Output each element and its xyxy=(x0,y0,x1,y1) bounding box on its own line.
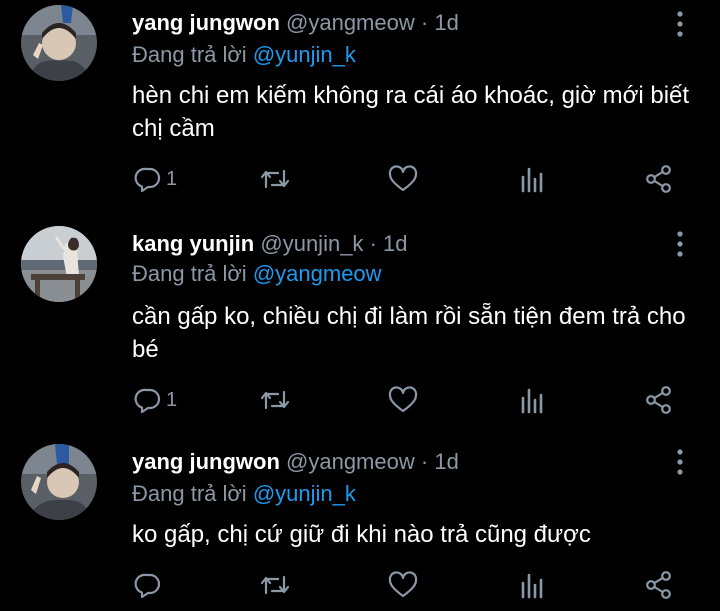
share-icon xyxy=(646,386,671,414)
action-bar: 1 xyxy=(0,164,720,194)
replying-to-label: Đang trả lời xyxy=(132,481,247,506)
like-button[interactable] xyxy=(388,385,418,415)
share-button[interactable] xyxy=(644,164,674,194)
replying-to-label: Đang trả lời xyxy=(132,261,247,286)
share-icon xyxy=(646,165,671,193)
tweet-text: cần gấp ko, chiều chị đi làm rồi sẵn tiệ… xyxy=(132,303,686,363)
like-icon xyxy=(388,571,418,598)
reply-icon xyxy=(134,573,161,599)
reply-button[interactable]: 1 xyxy=(134,164,177,194)
reply-icon xyxy=(134,388,161,414)
more-vertical-icon[interactable] xyxy=(672,448,688,476)
reply-icon xyxy=(134,167,161,193)
action-bar: 1 xyxy=(0,385,720,415)
username[interactable]: @yunjin_k xyxy=(260,231,363,256)
replying-to: Đang trả lời @yangmeow xyxy=(132,259,382,289)
analytics-button[interactable] xyxy=(518,570,546,600)
analytics-icon xyxy=(521,167,543,193)
tweet-header: yang jungwon @yangmeow · 1d xyxy=(132,8,459,38)
username[interactable]: @yangmeow xyxy=(286,10,415,35)
retweet-icon xyxy=(260,390,290,410)
action-bar xyxy=(0,570,720,600)
username[interactable]: @yangmeow xyxy=(286,449,415,474)
separator-dot: · xyxy=(420,449,429,474)
retweet-button[interactable] xyxy=(258,570,292,600)
replying-to: Đang trả lời @yunjin_k xyxy=(132,40,356,70)
avatar[interactable] xyxy=(21,5,97,81)
retweet-icon xyxy=(260,169,290,189)
analytics-button[interactable] xyxy=(518,164,546,194)
timestamp[interactable]: 1d xyxy=(434,10,458,35)
more-vertical-icon[interactable] xyxy=(672,230,688,258)
retweet-button[interactable] xyxy=(258,385,292,415)
reply-count: 1 xyxy=(166,167,178,190)
more-vertical-icon[interactable] xyxy=(672,10,688,38)
display-name[interactable]: yang jungwon xyxy=(132,10,280,35)
analytics-button[interactable] xyxy=(518,385,546,415)
timestamp[interactable]: 1d xyxy=(383,231,407,256)
share-button[interactable] xyxy=(644,385,674,415)
analytics-icon xyxy=(521,388,543,414)
replying-to: Đang trả lời @yunjin_k xyxy=(132,479,356,509)
reply-button[interactable]: 1 xyxy=(134,385,177,415)
share-button[interactable] xyxy=(644,570,674,600)
avatar[interactable] xyxy=(21,444,97,520)
tweet-text: ko gấp, chị cứ giữ đi khi nào trả cũng đ… xyxy=(132,521,591,548)
like-button[interactable] xyxy=(388,164,418,194)
separator-dot: · xyxy=(369,231,377,256)
tweet-text: hèn chi em kiếm không ra cái áo khoác, g… xyxy=(132,82,690,142)
mention-link[interactable]: @yangmeow xyxy=(253,261,382,286)
like-icon xyxy=(388,386,418,413)
retweet-button[interactable] xyxy=(258,164,292,194)
tweet-header: yang jungwon @yangmeow · 1d xyxy=(132,447,459,477)
share-icon xyxy=(646,571,671,599)
mention-link[interactable]: @yunjin_k xyxy=(253,42,356,67)
like-button[interactable] xyxy=(388,570,418,600)
separator-dot: · xyxy=(420,10,429,35)
timestamp[interactable]: 1d xyxy=(434,449,458,474)
like-icon xyxy=(388,165,418,192)
mention-link[interactable]: @yunjin_k xyxy=(253,481,356,506)
replying-to-label: Đang trả lời xyxy=(132,42,247,67)
reply-count: 1 xyxy=(166,388,178,411)
analytics-icon xyxy=(521,573,543,599)
display-name[interactable]: yang jungwon xyxy=(132,449,280,474)
avatar[interactable] xyxy=(21,226,97,302)
reply-button[interactable] xyxy=(134,570,166,600)
retweet-icon xyxy=(260,575,290,595)
tweet-header: kang yunjin @yunjin_k · 1d xyxy=(132,229,408,259)
display-name[interactable]: kang yunjin xyxy=(132,231,254,256)
